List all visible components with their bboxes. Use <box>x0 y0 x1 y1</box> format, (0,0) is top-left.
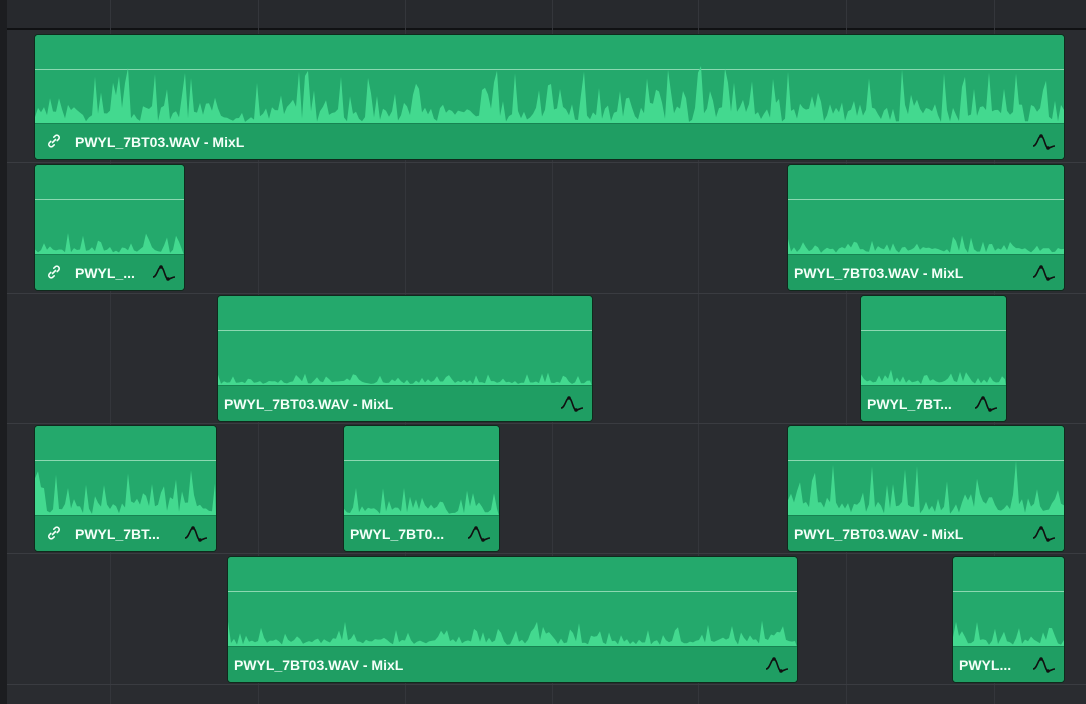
waveform-path <box>344 487 499 516</box>
waveform-path <box>953 621 1064 647</box>
audio-clip[interactable]: PWYL_7BT03.WAV - MixL <box>34 34 1065 160</box>
track-separator <box>7 553 1086 554</box>
audio-clip[interactable]: PWYL... <box>952 556 1065 683</box>
waveform <box>35 470 216 516</box>
volume-curve-icon[interactable] <box>1032 656 1056 674</box>
volume-curve-icon[interactable] <box>152 264 176 282</box>
waveform-path <box>788 235 1064 255</box>
clip-name: PWYL_7BT03.WAV - MixL <box>234 657 404 673</box>
volume-curve-icon[interactable] <box>184 525 208 543</box>
audio-clip[interactable]: PWYL_7BT... <box>34 425 217 552</box>
clip-name: PWYL_7BT... <box>75 526 160 542</box>
audio-clip[interactable]: PWYL_7BT03.WAV - MixL <box>217 295 593 422</box>
clip-label-bar: PWYL_7BT03.WAV - MixL <box>788 515 1064 551</box>
clip-name: PWYL... <box>959 657 1012 673</box>
clip-label-bar: PWYL_7BT... <box>861 385 1006 421</box>
track-separator <box>7 162 1086 163</box>
clip-name: PWYL_7BT03.WAV - MixL <box>794 265 964 281</box>
waveform-path <box>35 66 1064 124</box>
clip-label-bar: PWYL_7BT... <box>35 515 216 551</box>
waveform-path <box>35 233 184 255</box>
link-icon <box>48 134 60 148</box>
timeline-ruler-strip <box>7 0 1086 28</box>
track-separator <box>7 423 1086 424</box>
waveform-path <box>788 460 1064 516</box>
clip-label-bar: PWYL_7BT03.WAV - MixL <box>35 123 1064 159</box>
waveform <box>788 235 1064 255</box>
waveform <box>953 621 1064 647</box>
timeline-left-edge <box>0 0 7 704</box>
clip-name: PWYL_7BT... <box>867 396 952 412</box>
waveform <box>861 369 1006 386</box>
clip-name: PWYL_7BT03.WAV - MixL <box>794 526 964 542</box>
audio-clip[interactable]: PWYL_7BT03.WAV - MixL <box>227 556 798 683</box>
waveform <box>35 233 184 255</box>
clip-label-bar: PWYL_7BT03.WAV - MixL <box>228 646 797 682</box>
waveform-path <box>861 369 1006 386</box>
clip-name: PWYL_... <box>75 265 135 281</box>
clip-label-bar: PWYL_7BT0... <box>344 515 499 551</box>
timeline-divider <box>7 28 1086 30</box>
link-icon <box>48 526 60 540</box>
link-icon <box>48 265 60 279</box>
volume-curve-icon[interactable] <box>1032 133 1056 151</box>
clip-name: PWYL_7BT03.WAV - MixL <box>75 134 245 150</box>
audio-timeline: PWYL_7BT03.WAV - MixL PWYL_... PWYL_7BT0… <box>0 0 1086 704</box>
volume-curve-icon[interactable] <box>1032 525 1056 543</box>
volume-curve-icon[interactable] <box>1032 264 1056 282</box>
volume-curve-icon[interactable] <box>765 656 789 674</box>
volume-curve-icon[interactable] <box>467 525 491 543</box>
waveform <box>344 487 499 516</box>
clip-label-bar: PWYL_7BT03.WAV - MixL <box>218 385 592 421</box>
waveform <box>788 460 1064 516</box>
waveform-path <box>228 620 797 647</box>
audio-clip[interactable]: PWYL_7BT0... <box>343 425 500 552</box>
waveform <box>35 66 1064 124</box>
volume-curve-icon[interactable] <box>560 395 584 413</box>
waveform-path <box>35 470 216 516</box>
audio-clip[interactable]: PWYL_7BT03.WAV - MixL <box>787 425 1065 552</box>
waveform <box>228 620 797 647</box>
audio-clip[interactable]: PWYL_... <box>34 164 185 291</box>
track-separator <box>7 684 1086 685</box>
volume-curve-icon[interactable] <box>974 395 998 413</box>
clip-name: PWYL_7BT0... <box>350 526 445 542</box>
waveform-path <box>218 372 592 386</box>
clip-label-bar: PWYL... <box>953 646 1064 682</box>
clip-name: PWYL_7BT03.WAV - MixL <box>224 396 394 412</box>
clip-label-bar: PWYL_... <box>35 254 184 290</box>
track-separator <box>7 293 1086 294</box>
audio-clip[interactable]: PWYL_7BT... <box>860 295 1007 422</box>
audio-clip[interactable]: PWYL_7BT03.WAV - MixL <box>787 164 1065 291</box>
waveform <box>218 372 592 386</box>
clip-label-bar: PWYL_7BT03.WAV - MixL <box>788 254 1064 290</box>
